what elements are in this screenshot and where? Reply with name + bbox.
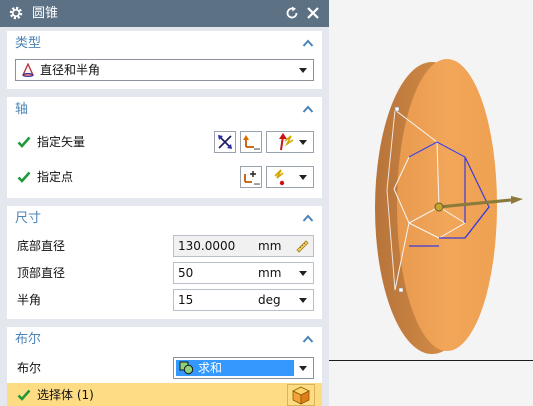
inferred-point-icon xyxy=(274,169,285,186)
specify-vector-label: 指定矢量 xyxy=(37,135,86,149)
dialog-titlebar[interactable]: 圆锥 xyxy=(0,0,329,27)
vector-dialog-button[interactable] xyxy=(240,131,262,153)
dialog-title: 圆锥 xyxy=(32,6,59,21)
chevron-up-icon[interactable] xyxy=(302,334,314,344)
reverse-direction-icon xyxy=(218,135,232,149)
cone-dialog: 圆锥 类型 直径和半角 轴 指定矢量 指定点 尺寸 底部直径 130.0000 … xyxy=(0,0,329,406)
half-angle-field[interactable]: 15 deg xyxy=(173,289,314,311)
ruler-icon[interactable] xyxy=(295,239,309,253)
dimensions-section-title: 尺寸 xyxy=(15,211,42,226)
dropdown-arrow-icon xyxy=(299,175,307,180)
boolean-section-title: 布尔 xyxy=(15,332,42,347)
specify-point-label: 指定点 xyxy=(37,170,74,184)
check-icon xyxy=(17,389,31,401)
top-diameter-value: 50 xyxy=(178,266,194,280)
bottom-diameter-unit: mm xyxy=(258,239,282,253)
top-diameter-row: 顶部直径 50 mm xyxy=(7,260,322,286)
boolean-label: 布尔 xyxy=(17,361,42,375)
reverse-direction-button[interactable] xyxy=(214,131,236,153)
boolean-selected-value: 求和 xyxy=(198,361,223,375)
gear-icon[interactable] xyxy=(8,5,24,21)
half-angle-label: 半角 xyxy=(17,293,42,307)
solid-body-icon xyxy=(292,386,310,405)
ground-line xyxy=(329,360,533,361)
bottom-diameter-field[interactable]: 130.0000 mm xyxy=(173,235,314,257)
vector-dialog-icon xyxy=(243,135,260,150)
top-diameter-field[interactable]: 50 mm xyxy=(173,262,314,284)
dropdown-arrow-icon xyxy=(299,68,307,73)
half-angle-value: 15 xyxy=(178,293,194,307)
axis-origin-point[interactable] xyxy=(434,202,444,212)
select-body-label: 选择体 (1) xyxy=(37,388,94,402)
dropdown-arrow-icon[interactable] xyxy=(299,298,307,303)
unite-icon xyxy=(179,361,194,375)
bottom-diameter-value: 130.0000 xyxy=(178,239,236,253)
dropdown-arrow-icon xyxy=(299,366,307,371)
point-dialog-icon xyxy=(244,171,260,185)
select-body-button[interactable] xyxy=(287,384,315,406)
half-angle-unit: deg xyxy=(258,293,281,307)
type-dropdown[interactable]: 直径和半角 xyxy=(15,59,314,81)
half-angle-row: 半角 15 deg xyxy=(7,287,322,313)
boolean-dropdown[interactable]: 求和 xyxy=(173,357,314,379)
type-section: 类型 直径和半角 xyxy=(7,31,322,89)
boolean-section-header[interactable]: 布尔 xyxy=(7,327,322,353)
select-body-row[interactable]: 选择体 (1) xyxy=(7,383,322,406)
boolean-row: 布尔 求和 xyxy=(7,355,322,381)
close-icon[interactable] xyxy=(305,5,321,21)
check-icon xyxy=(17,171,31,183)
dropdown-arrow-icon xyxy=(299,140,307,145)
top-diameter-unit: mm xyxy=(258,266,282,280)
axis-section-header[interactable]: 轴 xyxy=(7,97,322,123)
type-selected-value: 直径和半角 xyxy=(40,63,101,77)
bottom-diameter-label: 底部直径 xyxy=(17,239,66,253)
dropdown-arrow-icon[interactable] xyxy=(299,271,307,276)
cone-preview xyxy=(375,59,523,354)
point-type-dropdown[interactable] xyxy=(266,166,314,188)
reset-icon[interactable] xyxy=(284,5,300,21)
graphics-viewport[interactable] xyxy=(329,0,533,406)
dimensions-section-header[interactable]: 尺寸 xyxy=(7,206,322,232)
chevron-up-icon[interactable] xyxy=(302,213,314,223)
bottom-diameter-row: 底部直径 130.0000 mm xyxy=(7,233,322,259)
specify-vector-row[interactable]: 指定矢量 xyxy=(7,129,322,155)
cone-icon xyxy=(21,63,35,77)
check-icon xyxy=(17,136,31,148)
type-section-header[interactable]: 类型 xyxy=(7,31,322,57)
top-diameter-label: 顶部直径 xyxy=(17,266,66,280)
axis-section: 轴 指定矢量 指定点 xyxy=(7,97,322,198)
axis-section-title: 轴 xyxy=(15,102,29,117)
inferred-vector-icon xyxy=(279,133,294,151)
vector-type-dropdown[interactable] xyxy=(266,131,314,153)
dimensions-section: 尺寸 底部直径 130.0000 mm 顶部直径 50 mm 半角 15 deg xyxy=(7,206,322,319)
chevron-up-icon[interactable] xyxy=(302,104,314,114)
specify-point-row[interactable]: 指定点 xyxy=(7,164,322,190)
chevron-up-icon[interactable] xyxy=(302,38,314,48)
type-section-title: 类型 xyxy=(15,36,42,51)
point-dialog-button[interactable] xyxy=(240,166,262,188)
